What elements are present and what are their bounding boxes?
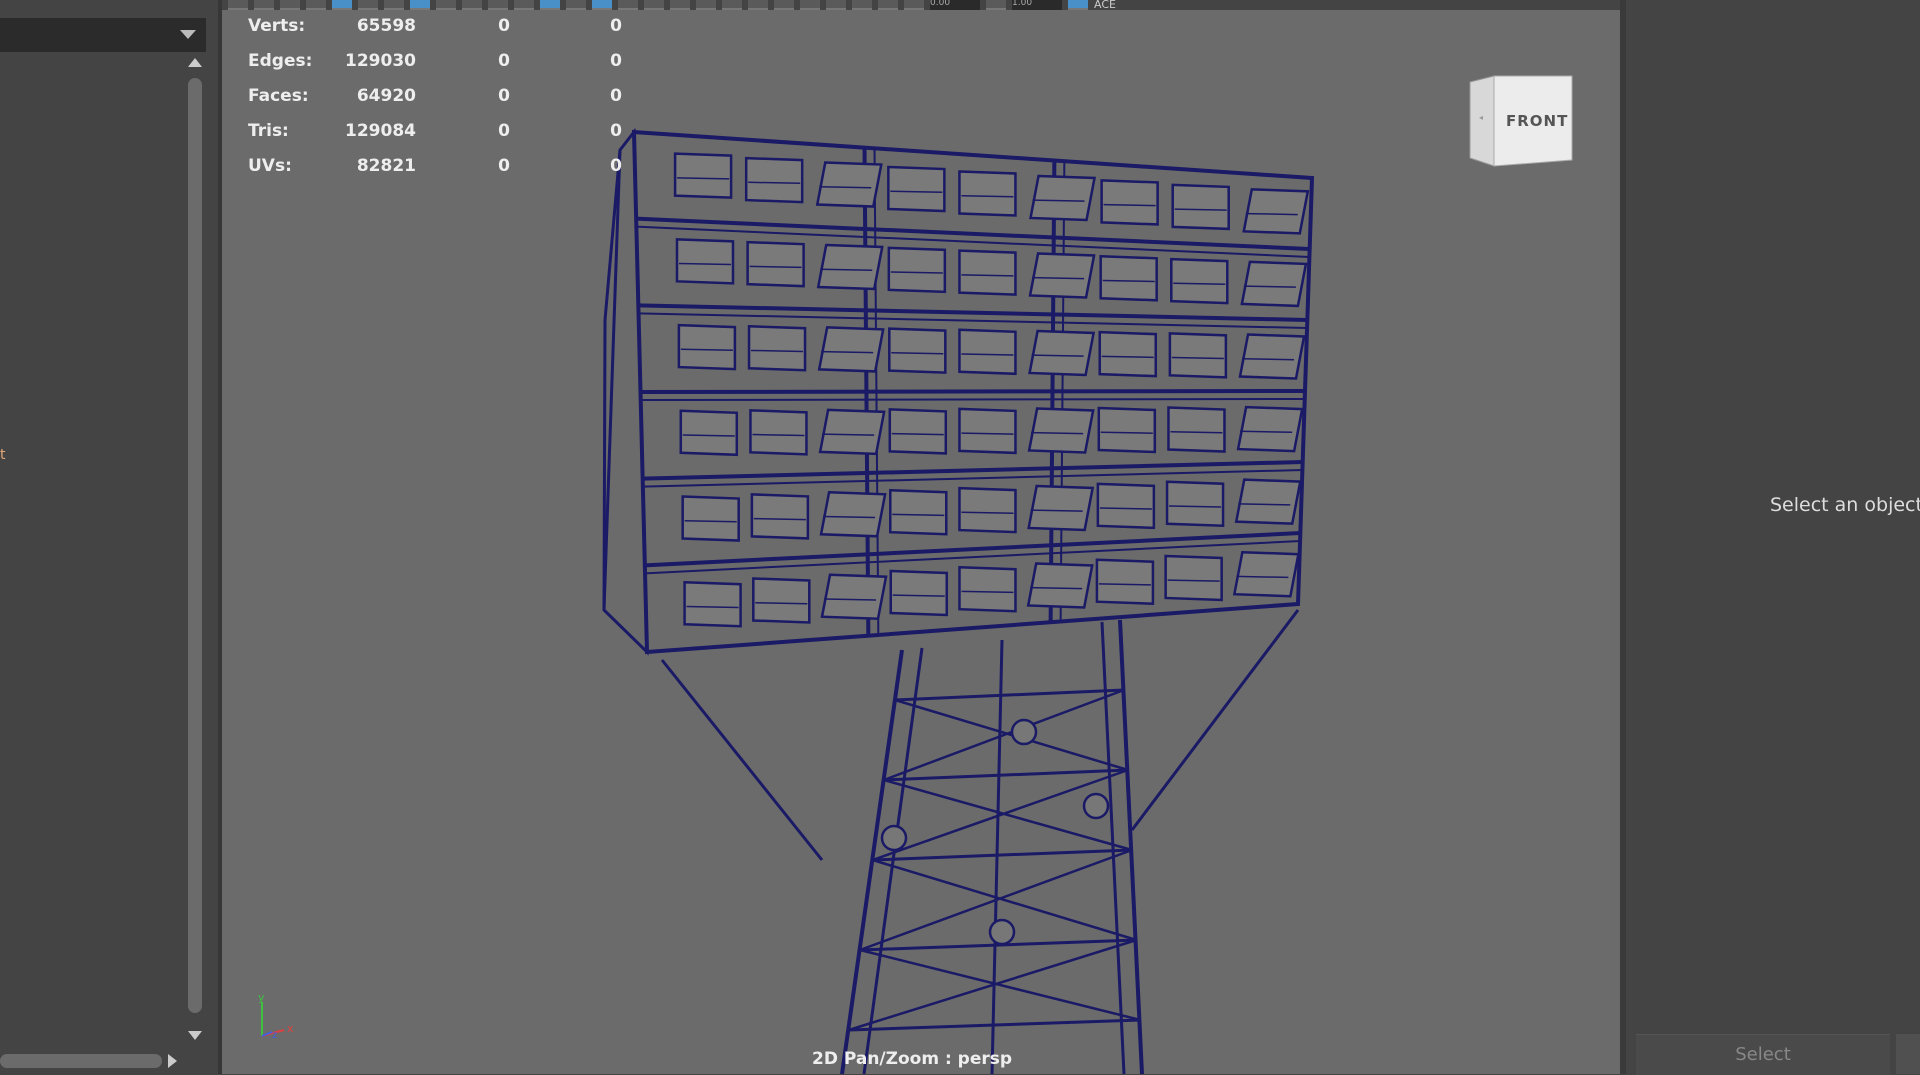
- outliner-horizontal-scrollbar[interactable]: [0, 1052, 180, 1070]
- hud-uv-selected: 0: [610, 16, 622, 36]
- hud-total: 129084: [345, 121, 416, 141]
- hud-selected: 0: [498, 121, 510, 141]
- hud-total: 82821: [356, 156, 416, 176]
- scroll-thumb[interactable]: [188, 78, 202, 1013]
- hud-selected: 0: [498, 156, 510, 176]
- outliner-item-fragment[interactable]: t: [0, 447, 6, 463]
- hud-label: Verts:: [248, 16, 306, 36]
- 3d-viewport[interactable]: 0.00 1.00 ACE Verts: 65598 0 0 Edges: 12…: [222, 0, 1620, 1074]
- axis-y-label: y: [258, 992, 265, 1004]
- hud-uv-selected: 0: [610, 86, 622, 106]
- chevron-down-icon[interactable]: [180, 30, 196, 39]
- hud-label: Tris:: [248, 121, 289, 141]
- hscroll-thumb[interactable]: [0, 1054, 162, 1068]
- hud-total: 129030: [345, 51, 416, 71]
- attribute-editor: Select an object i Select: [1626, 0, 1920, 1075]
- hud-selected: 0: [498, 51, 510, 71]
- outliner-panel: t: [0, 0, 218, 1074]
- hud-uv-selected: 0: [610, 121, 622, 141]
- scroll-right-arrow-icon[interactable]: [168, 1054, 177, 1068]
- hud-label: Faces:: [248, 86, 309, 106]
- svg-text:◂: ◂: [1479, 113, 1483, 122]
- hud-total: 64920: [356, 86, 416, 106]
- select-button[interactable]: Select: [1636, 1034, 1890, 1075]
- camera-label: 2D Pan/Zoom : persp: [812, 1049, 1013, 1069]
- hud-label: Edges:: [248, 51, 313, 71]
- hud-uv-selected: 0: [610, 51, 622, 71]
- attribute-editor-message: Select an object i: [1770, 494, 1920, 516]
- hud-selected: 0: [498, 16, 510, 36]
- scroll-up-arrow-icon[interactable]: [188, 58, 202, 67]
- axis-x-label: x: [287, 1022, 294, 1035]
- hud-total: 65598: [356, 16, 416, 36]
- scroll-down-arrow-icon[interactable]: [188, 1031, 202, 1040]
- load-attributes-button[interactable]: [1896, 1034, 1920, 1074]
- hud-selected: 0: [498, 86, 510, 106]
- view-cube-front-label[interactable]: FRONT: [1506, 112, 1568, 130]
- outliner-vertical-scrollbar[interactable]: [186, 58, 204, 1040]
- axis-gizmo: y x z: [258, 992, 294, 1040]
- hud-uv-selected: 0: [610, 156, 622, 176]
- hud-label: UVs:: [248, 156, 292, 176]
- axis-z-label: z: [272, 1030, 277, 1040]
- floodlight-tower-wireframe[interactable]: [222, 0, 1620, 1074]
- outliner-dropdown[interactable]: [0, 18, 206, 52]
